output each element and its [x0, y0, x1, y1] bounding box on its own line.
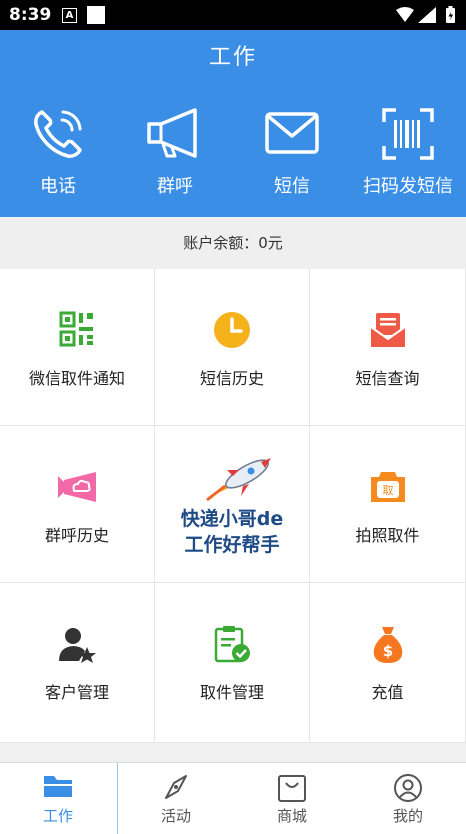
photo-pickup-button[interactable]: 取 拍照取件 — [310, 426, 466, 583]
tab-mine-label: 我的 — [392, 807, 423, 825]
group-call-button[interactable]: 群呼 — [117, 86, 233, 217]
customer-management-label: 客户管理 — [44, 683, 109, 702]
pickup-management-label: 取件管理 — [199, 683, 264, 702]
phone-button[interactable]: 电话 — [0, 86, 116, 217]
scan-sms-label: 扫码发短信 — [363, 176, 453, 197]
clipboard-check-icon — [214, 626, 250, 663]
promo-slogan: 快递小哥de 工作好帮手 — [155, 506, 309, 558]
battery-icon — [446, 6, 455, 23]
svg-text:取: 取 — [382, 484, 393, 497]
sms-button[interactable]: 短信 — [234, 86, 350, 217]
app-header: 工作 — [0, 30, 466, 86]
group-call-history-button[interactable]: 群呼历史 — [0, 426, 155, 583]
group-call-label: 群呼 — [157, 176, 193, 197]
bottom-tab-bar: 工作 活动 商城 我的 — [0, 762, 466, 834]
camera-icon: 取 — [370, 472, 405, 502]
photo-pickup-label: 拍照取件 — [355, 526, 420, 545]
money-bag-icon: $ — [373, 627, 402, 663]
sms-history-label: 短信历史 — [199, 369, 264, 388]
recharge-button[interactable]: $ 充值 — [310, 583, 466, 743]
tab-work[interactable]: 工作 — [0, 763, 116, 834]
notification-badge: A — [62, 8, 77, 23]
tab-mine[interactable]: 我的 — [350, 763, 466, 834]
pickup-management-button[interactable]: 取件管理 — [155, 583, 310, 743]
group-call-history-label: 群呼历史 — [44, 526, 109, 545]
phone-icon — [34, 110, 82, 158]
profile-icon — [394, 774, 422, 802]
user-star-icon — [59, 628, 96, 663]
tab-mall-label: 商城 — [276, 807, 307, 825]
wechat-pickup-notice-label: 微信取件通知 — [28, 369, 125, 388]
rocket-icon — [206, 458, 271, 502]
megaphone-icon — [147, 108, 197, 158]
notification-square-icon — [87, 6, 105, 24]
spacer — [0, 743, 466, 762]
wechat-pickup-notice-button[interactable]: 微信取件通知 — [0, 269, 155, 426]
compass-icon — [165, 775, 187, 799]
sms-query-button[interactable]: 短信查询 — [310, 269, 466, 426]
phone-label: 电话 — [40, 176, 76, 197]
tab-activity-label: 活动 — [160, 807, 191, 825]
promo-banner: 快递小哥de 工作好帮手 — [155, 426, 310, 583]
envelope-icon — [265, 112, 319, 154]
svg-text:$: $ — [382, 642, 392, 660]
promo-line-2: 工作好帮手 — [184, 534, 280, 556]
customer-management-button[interactable]: 客户管理 — [0, 583, 155, 743]
account-balance: 账户余额：0元 — [0, 217, 466, 269]
signal-icon — [418, 7, 436, 23]
qrcode-icon — [59, 311, 93, 347]
status-time: 8:39 — [9, 5, 52, 25]
shopping-bag-icon — [278, 775, 306, 802]
barcode-scan-icon — [382, 108, 434, 160]
function-grid: 微信取件通知 短信历史 短信查询 群呼历史 快递小哥de 工作好帮手 取 拍照取… — [0, 269, 466, 743]
scan-sms-button[interactable]: 扫码发短信 — [350, 86, 466, 217]
tab-mall[interactable]: 商城 — [234, 763, 350, 834]
folder-icon — [44, 776, 72, 797]
promo-line-1: 快递小哥de — [180, 508, 284, 530]
sms-query-label: 短信查询 — [355, 369, 420, 388]
tab-activity[interactable]: 活动 — [118, 763, 234, 834]
clock-icon — [214, 312, 250, 348]
recharge-label: 充值 — [371, 683, 404, 702]
status-bar: 8:39 A — [0, 0, 466, 30]
system-status-icons — [396, 6, 455, 23]
megaphone-cloud-icon — [58, 472, 96, 502]
page-title: 工作 — [208, 45, 257, 70]
wifi-icon — [396, 7, 414, 22]
sms-history-button[interactable]: 短信历史 — [155, 269, 310, 426]
sms-label: 短信 — [274, 176, 310, 197]
quick-actions-bar: 电话 群呼 短信 扫码发短信 — [0, 86, 466, 217]
tab-work-label: 工作 — [42, 807, 73, 825]
mail-open-icon — [369, 313, 406, 347]
